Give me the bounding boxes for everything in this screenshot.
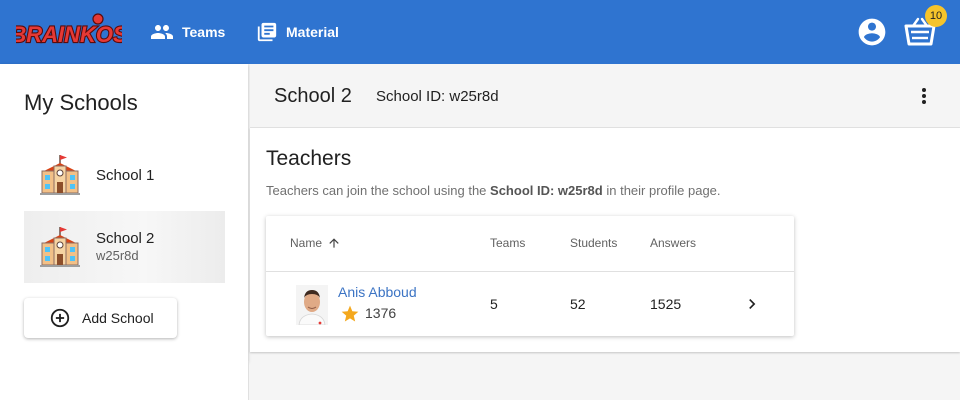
column-header-answers[interactable]: Answers (650, 236, 696, 250)
cart-count-badge: 10 (925, 5, 947, 27)
account-circle-icon[interactable] (856, 16, 888, 48)
teachers-description: Teachers can join the school using the S… (266, 183, 721, 198)
schools-sidebar: My Schools School 1 School 2 w25r8d Add … (0, 64, 248, 362)
school-id-label: School ID: w25r8d (376, 88, 499, 105)
school-building-icon (40, 155, 80, 195)
teacher-answers-count: 1525 (650, 296, 682, 312)
teachers-heading: Teachers (266, 147, 352, 170)
star-icon (341, 305, 359, 322)
column-header-teams[interactable]: Teams (490, 236, 525, 250)
avatar (296, 285, 328, 325)
teacher-teams-count: 5 (490, 296, 498, 312)
add-school-label: Add School (82, 310, 154, 326)
school-name: School 2 (96, 230, 155, 247)
school-building-icon (40, 227, 80, 267)
teachers-table: Name Teams Students Answers Anis Abboud … (266, 216, 794, 336)
sidebar-footer-area (0, 362, 249, 400)
arrow-up-icon (329, 238, 339, 248)
column-header-students[interactable]: Students (570, 236, 617, 250)
school-name: School 1 (96, 167, 155, 184)
more-vert-icon[interactable] (914, 84, 934, 108)
desc-prefix: Teachers can join the school using the (266, 183, 491, 198)
logo-text: BRAINKOS (16, 22, 122, 47)
page-title: School 2 (274, 85, 352, 107)
teacher-score: 1376 (365, 305, 397, 321)
nav-teams-label: Teams (182, 24, 226, 40)
sidebar-item-school-1[interactable]: School 1 (24, 139, 225, 211)
teacher-name-link[interactable]: Anis Abboud (338, 284, 417, 300)
teachers-section: Teachers Teachers can join the school us… (250, 128, 960, 352)
nav-material[interactable]: Material (256, 0, 339, 64)
school-id: w25r8d (96, 248, 139, 263)
column-name-label: Name (290, 236, 323, 250)
add-school-button[interactable]: Add School (24, 298, 177, 338)
top-app-bar: BRAINKOS Teams Material 10 (0, 0, 960, 64)
table-row[interactable]: Anis Abboud 1376 5 52 1525 (266, 272, 794, 336)
add-circle-icon (50, 308, 70, 328)
brainkos-logo[interactable]: BRAINKOS (16, 12, 122, 52)
sidebar-title: My Schools (24, 90, 138, 115)
teacher-students-count: 52 (570, 296, 586, 312)
nav-teams[interactable]: Teams (150, 0, 225, 64)
people-icon (151, 25, 173, 39)
sidebar-item-school-2[interactable]: School 2 w25r8d (24, 211, 225, 283)
column-header-name[interactable]: Name (290, 236, 341, 250)
desc-suffix: in their profile page. (602, 183, 721, 198)
nav-material-label: Material (286, 24, 339, 40)
desc-school-id: School ID: w25r8d (490, 183, 603, 198)
school-text: School 1 (96, 167, 154, 184)
library-books-icon (257, 22, 277, 42)
school-header: School 2 School ID: w25r8d (250, 64, 960, 128)
chevron-right-icon[interactable] (742, 294, 762, 314)
school-text: School 2 w25r8d (96, 230, 154, 263)
